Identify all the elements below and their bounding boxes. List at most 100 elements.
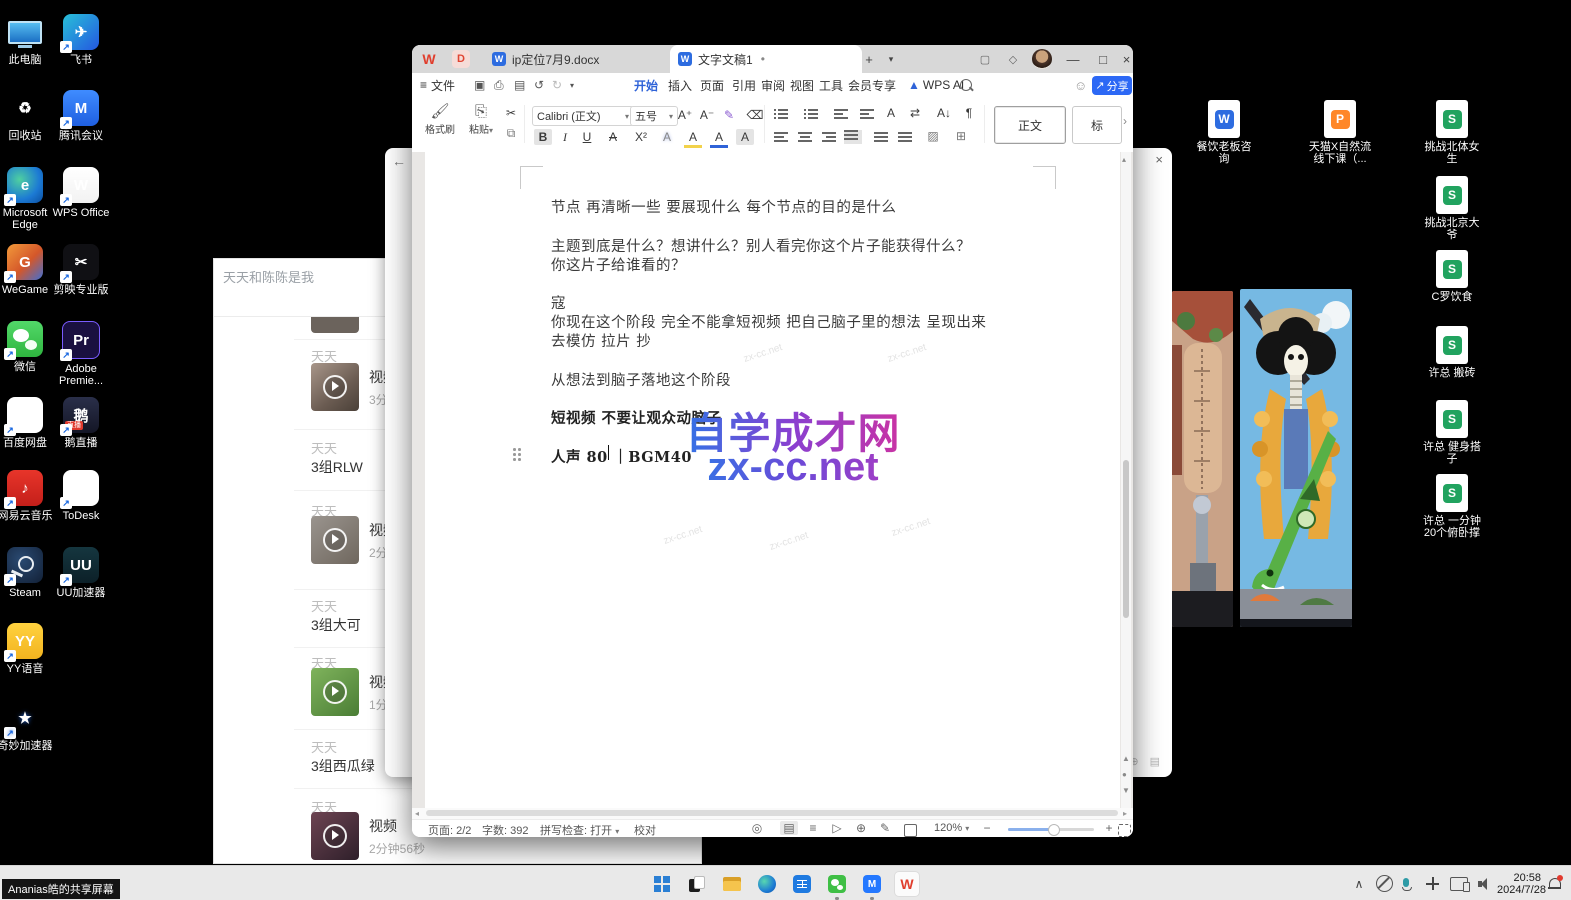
format-painter-button[interactable]: 🖌 格式刷 <box>422 103 458 136</box>
justify-icon[interactable] <box>844 130 862 144</box>
close-icon[interactable]: × <box>1155 152 1163 167</box>
doc-line[interactable]: 你这片子给谁看的？ <box>551 254 686 275</box>
message-text[interactable]: 3组RLW <box>311 457 363 477</box>
font-color-button[interactable]: A <box>710 129 728 148</box>
tab-list-chevron-icon[interactable]: ▾ <box>878 45 904 73</box>
move-cross-icon[interactable] <box>1426 866 1439 900</box>
docer-icon[interactable]: D <box>452 50 470 68</box>
show-marks-button[interactable]: ¶ <box>960 105 978 121</box>
style-gallery-more-icon[interactable]: › <box>1116 113 1133 129</box>
increase-indent-icon[interactable] <box>860 109 874 119</box>
text-effect-button[interactable]: A <box>658 129 676 145</box>
desktop-icon-tencent-meeting[interactable]: M↗ 腾讯会议 <box>52 90 110 142</box>
video-thumbnail[interactable] <box>311 516 359 564</box>
minimize-button[interactable]: — <box>1060 45 1086 73</box>
account-avatar[interactable] <box>1032 49 1052 69</box>
outline-view-icon[interactable]: ≡ <box>804 821 822 835</box>
focus-mode-icon[interactable] <box>904 824 922 837</box>
desktop-icon-wegame[interactable]: G↗ WeGame <box>0 244 54 296</box>
proofread-button[interactable]: 校对 <box>634 822 656 837</box>
superscript-button[interactable]: X² <box>630 129 652 145</box>
copy-icon[interactable]: ⧉ <box>502 125 520 141</box>
strikethrough-button[interactable]: A <box>604 129 622 145</box>
menu-tab-insert[interactable]: 插入 <box>668 73 692 97</box>
menu-tab-home[interactable]: 开始 <box>634 73 658 99</box>
zoom-out-icon[interactable]: − <box>978 821 996 835</box>
file-explorer-button[interactable] <box>719 871 745 897</box>
desktop-file-beiti[interactable]: S 挑战北体女生 <box>1420 100 1484 165</box>
print-preview-icon[interactable]: ▤ <box>514 73 525 97</box>
feedback-smiley-icon[interactable]: ☺ <box>1074 73 1087 97</box>
menu-tab-tools[interactable]: 工具 <box>819 73 843 97</box>
redo-icon[interactable]: ↻ <box>552 73 562 97</box>
desktop-icon-this-pc[interactable]: 此电脑 <box>0 14 54 66</box>
message-text[interactable]: 3组大可 <box>311 615 361 635</box>
italic-button[interactable]: I <box>556 129 574 145</box>
desktop-icon-goose-live[interactable]: 鹅直播↗ 鹅直播 <box>52 397 110 449</box>
wps-titlebar[interactable]: W D W ip定位7月9.docx W 文字文稿1 • + ▾ ▢ ◇ — □… <box>412 45 1133 73</box>
char-shading-button[interactable]: A <box>736 129 754 145</box>
close-button[interactable]: × <box>1120 45 1133 73</box>
share-button[interactable]: ↗ 分享 <box>1092 76 1132 95</box>
document-tab-ip[interactable]: W ip定位7月9.docx <box>484 45 666 73</box>
notification-bell-icon[interactable] <box>1548 866 1561 900</box>
shading-button[interactable]: ▨ <box>924 128 942 144</box>
desktop-icon-capcut[interactable]: ✂↗ 剪映专业版 <box>52 244 110 296</box>
previous-page-icon[interactable]: ▲ <box>1122 754 1130 763</box>
desktop-icon-yy-voice[interactable]: YY↗ YY语音 <box>0 623 54 675</box>
desktop-file-cluo[interactable]: S C罗饮食 <box>1420 250 1484 303</box>
menu-tab-member[interactable]: 会员专享 <box>848 73 896 97</box>
menu-tab-reference[interactable]: 引用 <box>732 73 756 97</box>
doc-line[interactable]: 主题到底是什么？想讲什么？别人看完你这个片子能获得什么？ <box>551 235 971 256</box>
desktop-icon-qimiao-booster[interactable]: ★↗ 奇妙加速器 <box>0 700 54 752</box>
video-thumbnail-partial[interactable] <box>311 317 359 333</box>
desktop-icon-baidu-netdisk[interactable]: ☁↗ 百度网盘 <box>0 397 54 449</box>
start-button[interactable] <box>649 871 675 897</box>
underline-button[interactable]: U <box>578 129 596 145</box>
doc-line[interactable]: 从想法到脑子落地这个阶段 <box>551 369 731 390</box>
font-name-select[interactable]: Calibri (正文)▾ <box>532 106 634 126</box>
eye-protection-icon[interactable]: ◎ <box>748 821 766 835</box>
desktop-icon-edge[interactable]: e↗ Microsoft Edge <box>0 167 54 231</box>
clock[interactable]: 20:58 2024/7/28 <box>1497 866 1541 900</box>
wechat-taskbar-button[interactable] <box>824 871 850 897</box>
wps-taskbar-button[interactable]: W <box>894 871 920 897</box>
desktop-file-tmall[interactable]: P 天猫X自然流线下课（... <box>1308 100 1372 165</box>
align-left-icon[interactable] <box>774 132 788 142</box>
store-taskbar-button[interactable] <box>789 871 815 897</box>
maximize-button[interactable]: □ <box>1090 45 1116 73</box>
numbered-list-icon[interactable] <box>804 109 818 119</box>
zoom-slider-knob[interactable] <box>1048 824 1060 836</box>
meeting-taskbar-button[interactable]: M <box>859 871 885 897</box>
page-select-icon[interactable]: ● <box>1122 770 1127 779</box>
desktop-icon-todesk[interactable]: T↗ ToDesk <box>52 470 110 522</box>
desktop-file-jianshen[interactable]: S 许总 健身搭子 <box>1420 400 1484 465</box>
distribute-icon[interactable] <box>874 132 888 142</box>
speaker-icon[interactable] <box>1478 866 1492 900</box>
desktop-file-beijing[interactable]: S 挑战北京大爷 <box>1420 176 1484 241</box>
font-size-select[interactable]: 五号▾ <box>630 106 678 126</box>
zoom-level[interactable]: 120% ▾ <box>934 822 969 834</box>
page-indicator[interactable]: 页面: 2/2 <box>428 822 471 837</box>
scroll-up-icon[interactable]: ▴ <box>1122 155 1126 164</box>
edge-taskbar-button[interactable] <box>754 871 780 897</box>
wps-ai-button[interactable]: ▲ WPS AI <box>908 73 964 97</box>
paste-button[interactable]: ⎘ 粘贴▾ <box>464 103 498 136</box>
video-label[interactable]: 视频 <box>369 816 397 836</box>
border-button[interactable]: ⊞ <box>952 128 970 144</box>
desktop-file-banzhuan[interactable]: S 许总 搬砖 <box>1420 326 1484 379</box>
desktop-icon-wechat[interactable]: ↗ 微信 <box>0 321 54 373</box>
bullet-list-icon[interactable] <box>774 109 788 119</box>
video-thumbnail[interactable] <box>311 668 359 716</box>
desktop-icon-recycle-bin[interactable]: ♻ 回收站 <box>0 90 54 142</box>
annotate-pen-icon[interactable]: ✎ <box>876 821 894 835</box>
video-thumbnail[interactable] <box>311 812 359 860</box>
text-effects-icon[interactable]: ✎ <box>720 107 738 123</box>
doc-line[interactable]: 人声 80 ｜BGM40 <box>551 446 692 467</box>
tray-chevron-icon[interactable]: ∧ <box>1348 866 1370 900</box>
print-layout-icon[interactable]: ▤ <box>780 821 798 835</box>
clear-format-icon[interactable]: ⌫ <box>746 107 764 123</box>
bold-button[interactable]: B <box>534 129 552 145</box>
next-page-icon[interactable]: ▼ <box>1122 786 1130 795</box>
word-count[interactable]: 字数: 392 <box>482 822 528 837</box>
